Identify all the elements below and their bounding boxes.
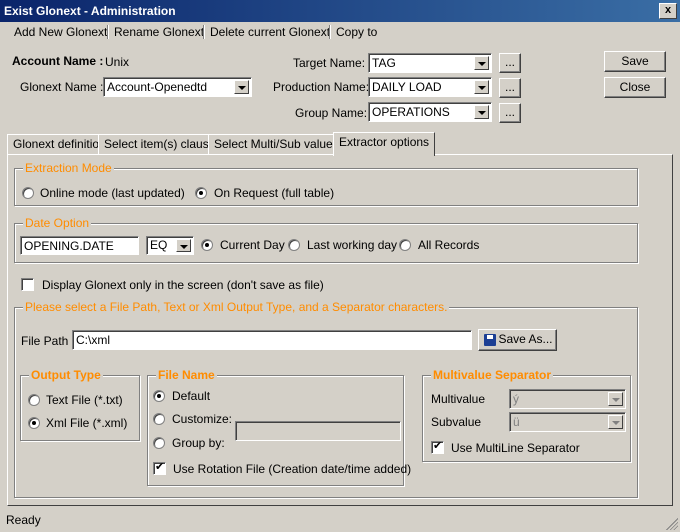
menu-copy-to[interactable]: Copy to <box>330 22 383 42</box>
title-bar[interactable]: Exist Glonext - Administration x <box>0 0 680 22</box>
glonext-name-label: Glonext Name : <box>20 80 104 94</box>
account-name-value: Unix <box>105 55 130 69</box>
display-only-label[interactable]: Display Glonext only in the screen (don'… <box>42 278 324 292</box>
window-close-button[interactable]: x <box>659 3 677 19</box>
online-mode-label[interactable]: Online mode (last updated) <box>40 186 185 200</box>
save-as-label: Save As... <box>498 332 553 346</box>
xml-file-label[interactable]: Xml File (*.xml) <box>46 416 127 430</box>
all-records-radio[interactable] <box>399 239 411 251</box>
text-file-label[interactable]: Text File (*.txt) <box>46 393 123 407</box>
production-name-label: Production Name: <box>273 80 370 94</box>
menu-bar: Add New Glonext Rename Glonext Delete cu… <box>0 22 680 42</box>
floppy-disk-icon <box>484 334 496 346</box>
group-name-select[interactable]: OPERATIONS <box>368 102 492 122</box>
date-option-title: Date Option <box>23 216 92 230</box>
menu-delete-glonext[interactable]: Delete current Glonext <box>204 22 336 42</box>
last-working-day-label[interactable]: Last working day <box>307 238 397 252</box>
chevron-down-icon[interactable] <box>176 239 191 252</box>
multiline-separator-checkbox[interactable] <box>431 439 444 454</box>
extraction-mode-title: Extraction Mode <box>23 161 114 175</box>
save-as-button[interactable]: Save As... <box>478 329 557 351</box>
group-by-label[interactable]: Group by: <box>172 436 225 450</box>
display-only-checkbox[interactable] <box>21 278 34 291</box>
glonext-name-value: Account-Openedtd <box>107 80 208 94</box>
current-day-radio[interactable] <box>201 239 213 251</box>
subvalue-value: ü <box>513 415 520 429</box>
multivalue-separator-title: Multivalue Separator <box>431 368 554 382</box>
production-name-value: DAILY LOAD <box>372 80 442 94</box>
date-field-input[interactable]: OPENING.DATE <box>20 236 139 255</box>
subvalue-select[interactable]: ü <box>509 412 626 432</box>
default-label[interactable]: Default <box>172 389 210 403</box>
customize-label[interactable]: Customize: <box>172 412 232 426</box>
tab-glonext-definition[interactable]: Glonext definition <box>7 134 112 154</box>
save-button[interactable]: Save <box>604 51 666 72</box>
multiline-separator-label[interactable]: Use MultiLine Separator <box>451 441 580 455</box>
output-settings-title: Please select a File Path, Text or Xml O… <box>23 300 450 314</box>
date-operator-value: EQ <box>150 238 168 252</box>
file-name-title: File Name <box>156 368 217 382</box>
multivalue-label: Multivalue <box>431 392 486 406</box>
production-name-select[interactable]: DAILY LOAD <box>368 77 492 97</box>
on-request-radio[interactable] <box>195 187 207 199</box>
date-operator-select[interactable]: EQ <box>146 236 194 255</box>
file-path-label: File Path <box>21 334 69 348</box>
online-mode-radio[interactable] <box>22 187 34 199</box>
current-day-label[interactable]: Current Day <box>220 238 285 252</box>
tab-select-multi-sub-values[interactable]: Select Multi/Sub values <box>208 134 345 154</box>
on-request-label[interactable]: On Request (full table) <box>214 186 334 200</box>
target-name-select[interactable]: TAG <box>368 53 492 73</box>
text-file-radio[interactable] <box>28 394 40 406</box>
chevron-down-icon[interactable] <box>474 105 489 119</box>
group-name-label: Group Name: <box>295 106 368 120</box>
rotation-file-checkbox[interactable] <box>153 460 166 475</box>
menu-rename-glonext[interactable]: Rename Glonext <box>108 22 210 42</box>
default-radio[interactable] <box>153 390 165 402</box>
status-bar: Ready <box>0 508 680 532</box>
custom-filename-input[interactable] <box>235 421 401 441</box>
glonext-name-select[interactable]: Account-Openedtd <box>103 77 252 97</box>
chevron-down-icon[interactable] <box>234 80 249 94</box>
file-path-input[interactable]: C:\xml <box>72 330 472 350</box>
window-title: Exist Glonext - Administration <box>4 4 176 18</box>
target-name-label: Target Name: <box>293 56 366 70</box>
tab-extractor-options[interactable]: Extractor options <box>333 132 436 156</box>
output-type-group: Output Type <box>20 368 140 441</box>
group-name-value: OPERATIONS <box>372 105 450 119</box>
output-type-title: Output Type <box>29 368 103 382</box>
chevron-down-icon[interactable] <box>608 392 623 406</box>
production-browse-button[interactable]: ... <box>499 78 521 98</box>
status-text: Ready <box>6 513 41 527</box>
account-name-label: Account Name : <box>12 54 104 68</box>
resize-grip-icon[interactable] <box>666 518 678 530</box>
chevron-down-icon[interactable] <box>474 80 489 94</box>
target-name-value: TAG <box>372 56 396 70</box>
group-browse-button[interactable]: ... <box>499 103 521 123</box>
multivalue-select[interactable]: ý <box>509 389 626 409</box>
app-window: Exist Glonext - Administration x Add New… <box>0 0 680 532</box>
chevron-down-icon[interactable] <box>608 415 623 429</box>
target-browse-button[interactable]: ... <box>499 53 521 73</box>
close-button[interactable]: Close <box>604 77 666 98</box>
subvalue-label: Subvalue <box>431 415 482 429</box>
last-working-day-radio[interactable] <box>288 239 300 251</box>
group-by-radio[interactable] <box>153 437 165 449</box>
chevron-down-icon[interactable] <box>474 56 489 70</box>
customize-radio[interactable] <box>153 413 165 425</box>
multivalue-value: ý <box>513 392 519 406</box>
rotation-file-label[interactable]: Use Rotation File (Creation date/time ad… <box>173 462 411 476</box>
xml-file-radio[interactable] <box>28 417 40 429</box>
all-records-label[interactable]: All Records <box>418 238 479 252</box>
menu-add-new-glonext[interactable]: Add New Glonext <box>8 22 113 42</box>
tab-select-items-clause[interactable]: Select item(s) clause <box>98 134 222 154</box>
